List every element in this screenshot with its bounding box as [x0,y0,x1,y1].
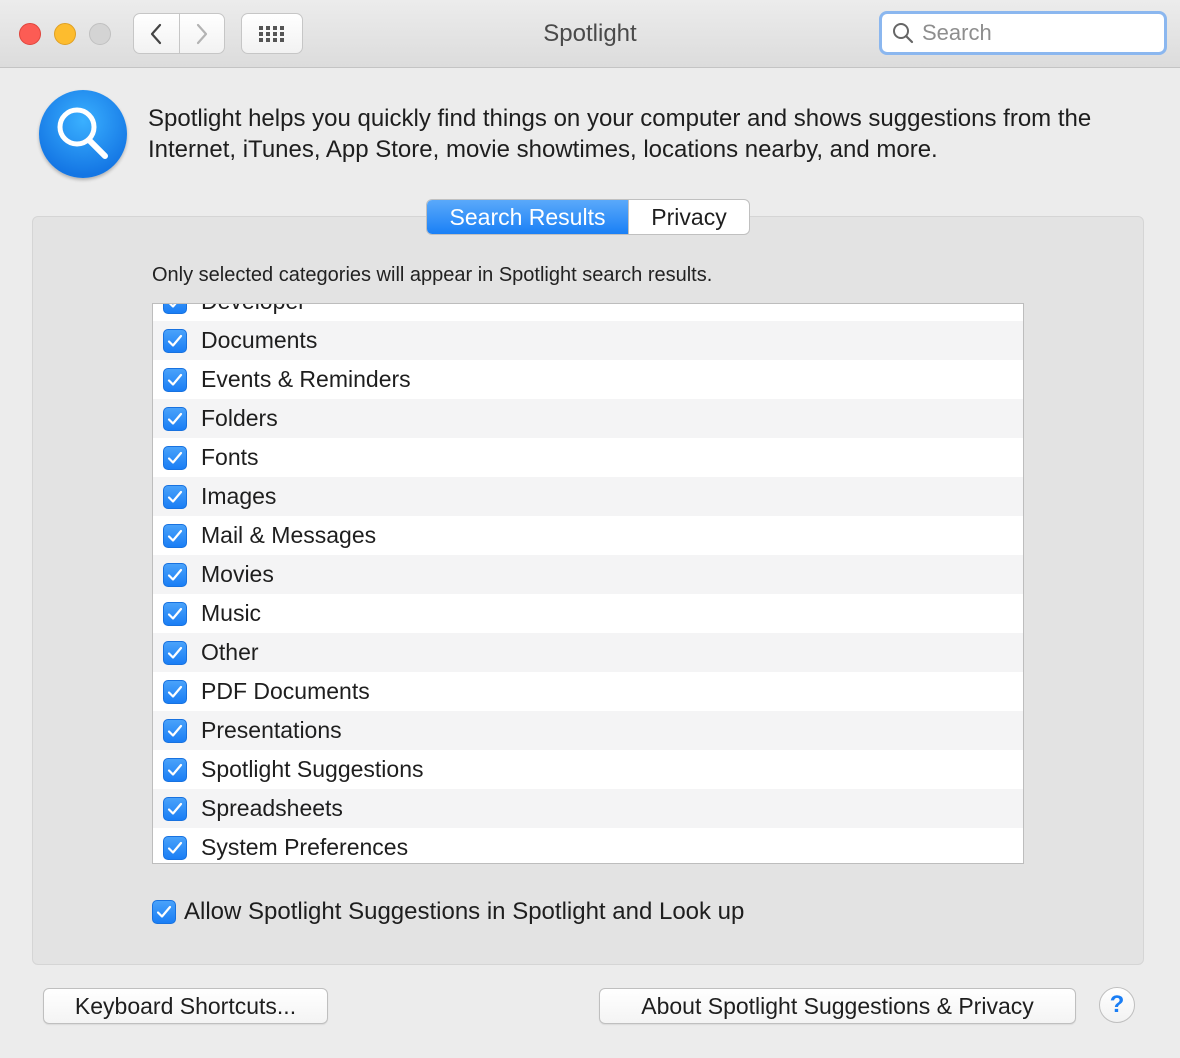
allow-suggestions-option[interactable]: Allow Spotlight Suggestions in Spotlight… [152,898,744,926]
checkmark-icon [167,763,183,776]
checkmark-icon [167,568,183,581]
checkmark-icon [167,529,183,542]
list-item[interactable]: Fonts [153,438,1023,477]
category-checkbox[interactable] [163,601,187,626]
search-input[interactable] [922,20,1152,46]
category-label: Movies [201,561,274,587]
categories-list[interactable]: Developer Documents Events & Reminders Fold… [152,303,1024,864]
checkmark-icon [169,304,177,308]
checkmark-icon [156,905,172,918]
list-item[interactable]: Music [153,594,1023,633]
checkmark-icon [167,373,183,386]
category-label: Music [201,600,262,626]
list-item[interactable]: Images [153,477,1023,516]
spotlight-description: Spotlight helps you quickly find things … [148,105,1092,163]
tab-search-results[interactable]: Search Results [427,200,628,234]
category-label: Fonts [201,444,259,470]
categories-list-content: Developer Documents Events & Reminders Fold… [153,304,1023,863]
category-checkbox[interactable] [163,406,187,431]
category-label: Events & Reminders [201,366,411,392]
categories-hint: Only selected categories will appear in … [152,264,713,286]
list-item[interactable]: Mail & Messages [153,516,1023,555]
category-checkbox[interactable] [163,523,187,548]
category-checkbox[interactable] [163,679,187,704]
category-checkbox[interactable] [163,718,187,743]
allow-suggestions-checkbox[interactable] [152,900,176,924]
list-item[interactable]: PDF Documents [153,672,1023,711]
category-label: Spotlight Suggestions [201,756,424,782]
category-checkbox[interactable] [163,757,187,782]
checkmark-icon [167,841,183,854]
spotlight-app-icon [39,90,127,178]
category-label: Presentations [201,717,342,743]
list-item[interactable]: Documents [153,321,1023,360]
list-item[interactable]: Presentations [153,711,1023,750]
checkmark-icon [167,646,183,659]
category-label: Images [201,483,277,509]
checkmark-icon [167,334,183,347]
category-label: Folders [201,405,278,431]
category-checkbox[interactable] [163,484,187,509]
checkmark-icon [167,802,183,815]
category-label: Spreadsheets [201,795,343,821]
keyboard-shortcuts-button[interactable]: Keyboard Shortcuts... [43,988,328,1024]
checkmark-icon [167,490,183,503]
category-checkbox[interactable] [163,835,187,860]
category-checkbox[interactable] [163,367,187,392]
list-item[interactable]: Folders [153,399,1023,438]
checkmark-icon [167,685,183,698]
magnifier-icon [57,107,108,159]
category-checkbox[interactable] [163,304,187,314]
category-label: System Preferences [201,834,409,860]
about-suggestions-privacy-button[interactable]: About Spotlight Suggestions & Privacy [599,988,1076,1024]
list-item[interactable]: Spreadsheets [153,789,1023,828]
category-label: Documents [201,327,318,353]
category-checkbox[interactable] [163,640,187,665]
checkmark-icon [167,412,183,425]
list-item[interactable]: Other [153,633,1023,672]
checkmark-icon [167,724,183,737]
list-item[interactable]: Spotlight Suggestions [153,750,1023,789]
list-item[interactable]: Developer [153,304,1023,321]
tab-privacy[interactable]: Privacy [628,200,749,234]
search-field[interactable] [879,11,1167,55]
allow-suggestions-label: Allow Spotlight Suggestions in Spotlight… [184,898,745,925]
checkmark-icon [167,451,183,464]
category-label: Mail & Messages [201,522,377,548]
category-checkbox[interactable] [163,796,187,821]
list-item[interactable]: Events & Reminders [153,360,1023,399]
category-label: PDF Documents [201,678,370,704]
category-checkbox[interactable] [163,445,187,470]
help-button[interactable]: ? [1099,987,1135,1023]
tab-bar: Search Results Privacy [426,199,750,235]
list-item[interactable]: Movies [153,555,1023,594]
checkmark-icon [167,607,183,620]
search-icon [893,23,914,44]
category-label: Other [201,639,259,665]
title-bar: Spotlight [0,0,1180,68]
category-checkbox[interactable] [163,562,187,587]
category-label: Developer [201,304,306,315]
list-item[interactable]: System Preferences [153,828,1023,863]
category-checkbox[interactable] [163,328,187,353]
